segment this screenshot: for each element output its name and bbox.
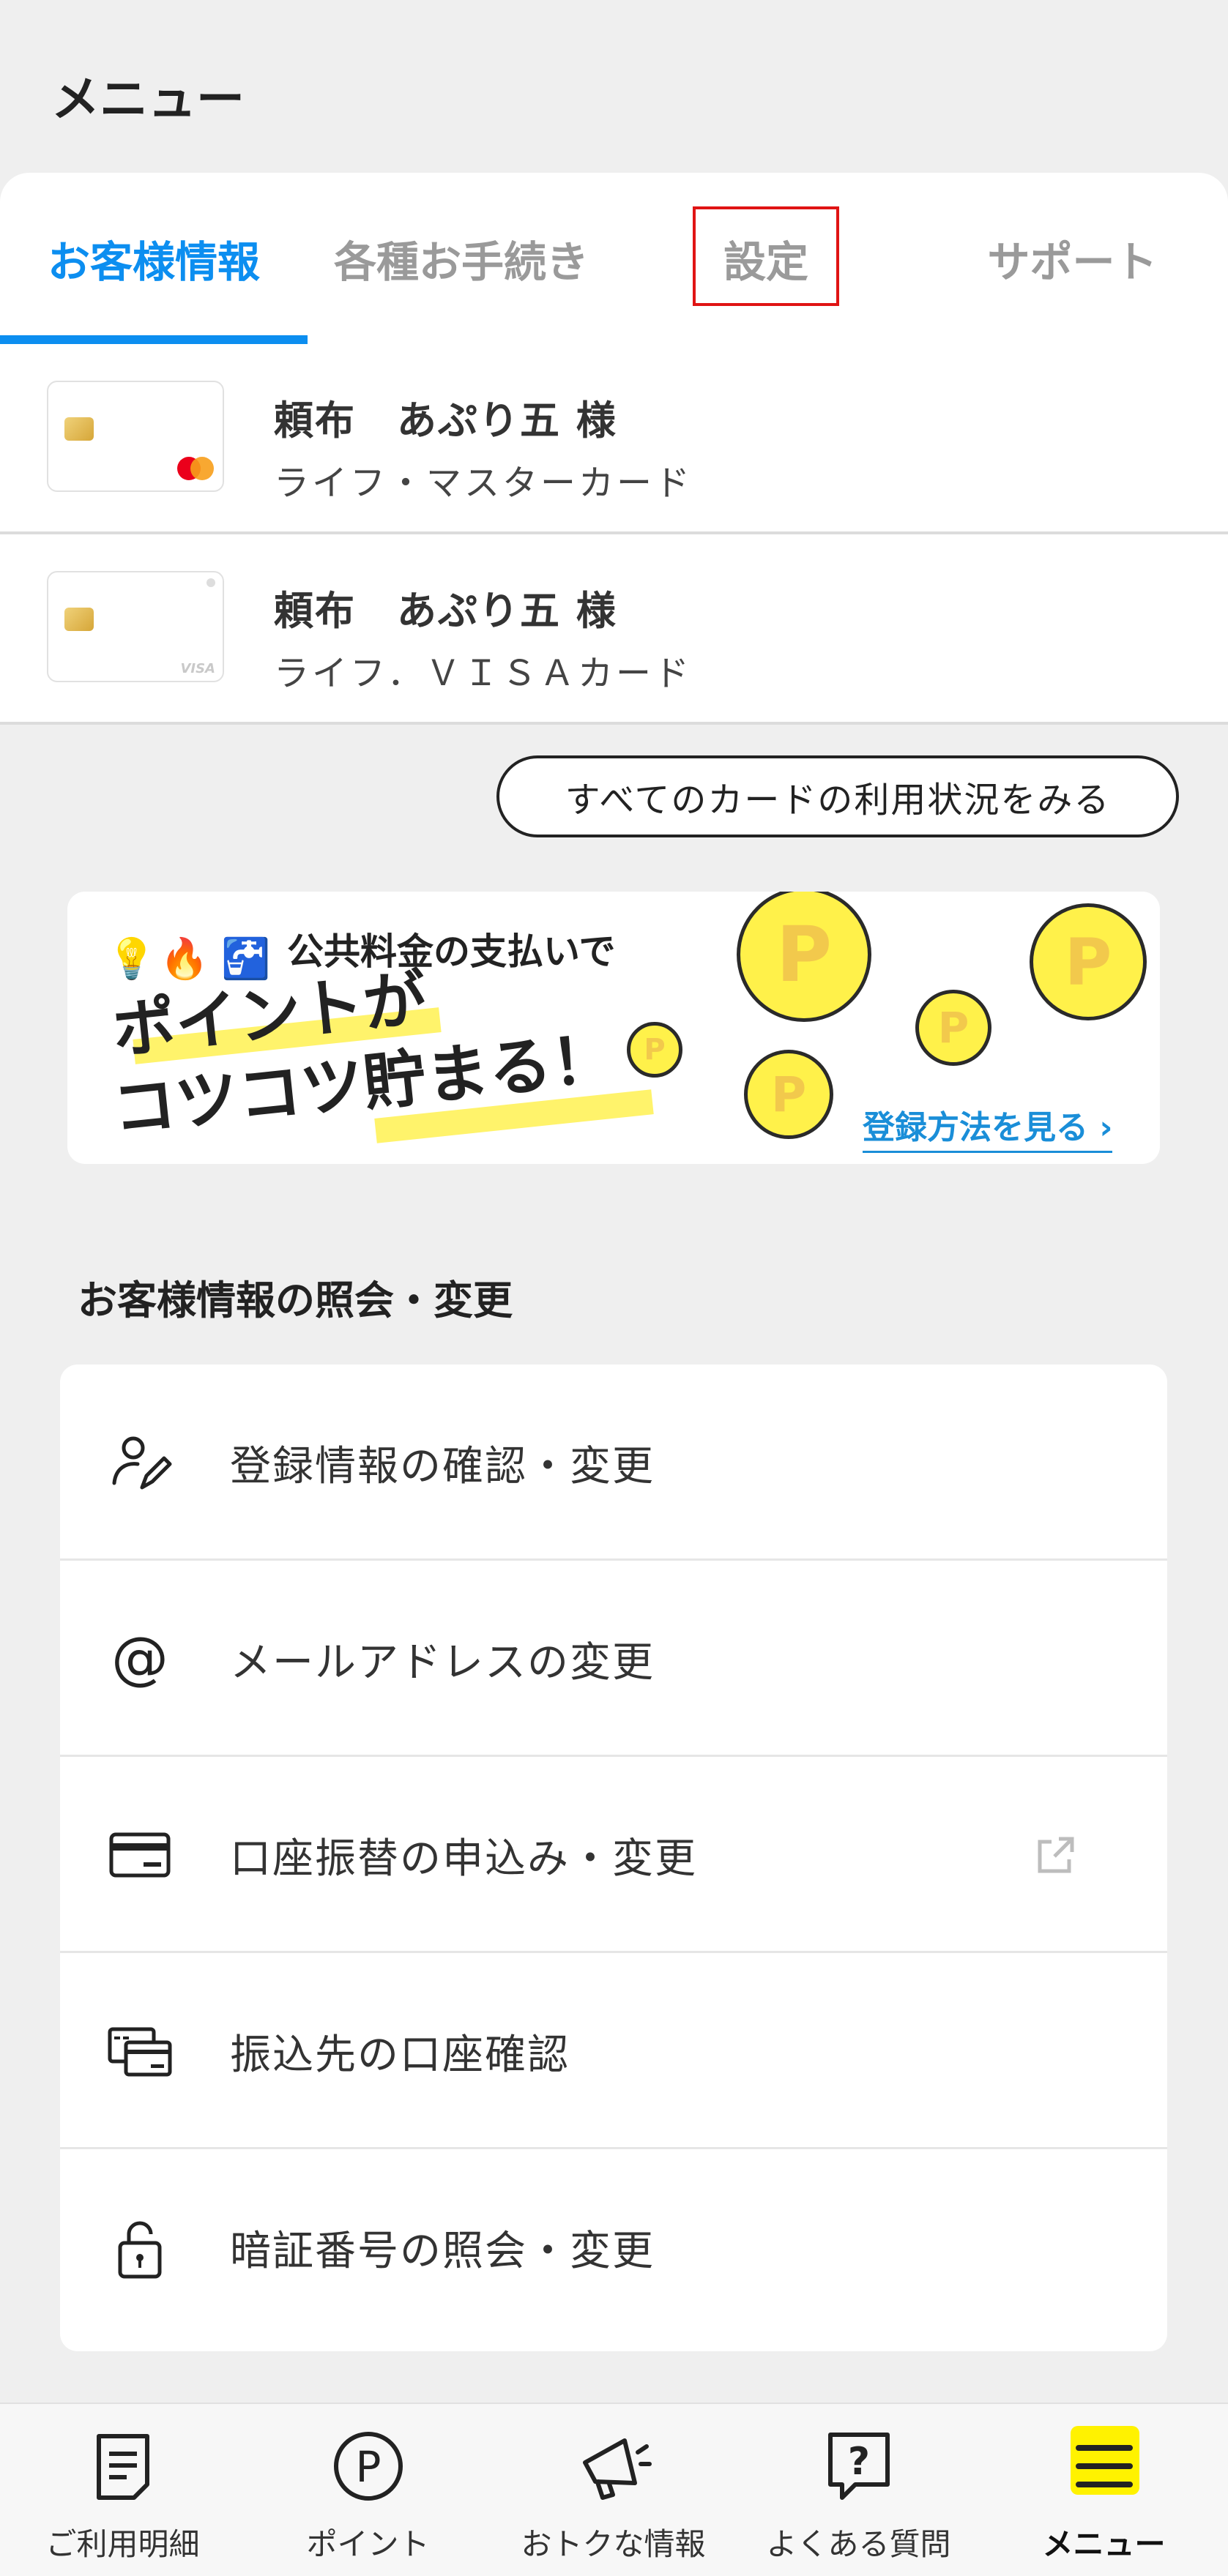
menu-item-email-change[interactable]: @ メールアドレスの変更	[60, 1561, 1167, 1757]
question-icon: ?	[827, 2433, 890, 2500]
nav-label: おトクな情報	[521, 2526, 706, 2562]
menu-item-label: 暗証番号の照会・変更	[230, 2227, 655, 2275]
customer-info-menu: 登録情報の確認・変更 @ メールアドレスの変更 口座振替の申込み・変更 振込先の…	[60, 1364, 1167, 2351]
divider	[0, 722, 1228, 725]
card-row-mastercard[interactable]: 頼布 あぷり五 様 ライフ・マスターカード	[0, 344, 1228, 531]
svg-text:@: @	[111, 1627, 168, 1692]
card-row-visa[interactable]: VISA 頼布 あぷり五 様 ライフ．ＶＩＳＡカード	[0, 534, 1228, 722]
card-holder-name: 頼布 あぷり五 様	[274, 588, 617, 634]
bottom-navigation: ご利用明細 P ポイント おトクな情報 ? よくある質問 メニュー	[0, 2403, 1228, 2576]
menu-item-registration-info[interactable]: 登録情報の確認・変更	[60, 1364, 1167, 1561]
external-link-icon	[1038, 1837, 1074, 1873]
tab-bar: お客様情報 各種お手続き 設定 サポート	[0, 173, 1228, 344]
nav-label: ポイント	[306, 2526, 430, 2562]
menu-item-label: メールアドレスの変更	[230, 1638, 655, 1687]
nav-item-statement[interactable]: ご利用明細	[0, 2404, 245, 2576]
bank-transfer-icon	[108, 2027, 172, 2077]
card-thumbnail: VISA	[47, 571, 224, 682]
point-icon: P	[333, 2432, 403, 2501]
menu-item-label: 振込先の口座確認	[230, 2031, 570, 2079]
nav-item-point[interactable]: P ポイント	[245, 2404, 491, 2576]
utility-payment-banner[interactable]: 💡 🔥 🚰 公共料金の支払いで ポイントが コツコツ貯まる！ P P P P P…	[67, 892, 1160, 1164]
card-type: ライフ．ＶＩＳＡカード	[274, 653, 693, 694]
point-coin-icon: P	[1030, 903, 1147, 1020]
tab-procedures[interactable]: 各種お手続き	[308, 173, 615, 344]
nav-item-menu[interactable]: メニュー	[981, 2404, 1227, 2576]
visa-logo-icon: VISA	[180, 661, 215, 676]
chip-icon	[64, 608, 94, 631]
nav-label: メニュー	[1042, 2526, 1166, 2562]
contactless-icon	[206, 578, 215, 587]
card-holder-name: 頼布 あぷり五 様	[274, 397, 617, 444]
megaphone-icon	[582, 2438, 652, 2500]
menu-item-account-transfer[interactable]: 口座振替の申込み・変更	[60, 1757, 1167, 1953]
tab-support[interactable]: サポート	[917, 173, 1228, 344]
svg-text:?: ?	[847, 2440, 869, 2484]
menu-item-transfer-account[interactable]: 振込先の口座確認	[60, 1953, 1167, 2149]
nav-item-faq[interactable]: ? よくある質問	[736, 2404, 981, 2576]
card-thumbnail	[47, 381, 224, 492]
menu-item-label: 口座振替の申込み・変更	[230, 1834, 697, 1883]
point-coin-icon: P	[627, 1022, 682, 1078]
tab-customer-info[interactable]: お客様情報	[0, 173, 308, 344]
statement-icon	[96, 2434, 149, 2500]
section-title: お客様情報の照会・変更	[78, 1277, 513, 1324]
menu-item-label: 登録情報の確認・変更	[230, 1442, 655, 1490]
chip-icon	[64, 417, 94, 441]
nav-label: よくある質問	[766, 2526, 951, 2562]
menu-item-pin-inquiry[interactable]: 暗証番号の照会・変更	[60, 2149, 1167, 2345]
tab-highlight-box	[693, 206, 839, 306]
nav-item-deals[interactable]: おトクな情報	[491, 2404, 736, 2576]
credit-card-icon	[109, 1832, 171, 1878]
view-all-cards-button[interactable]: すべてのカードの利用状況をみる	[496, 755, 1179, 837]
at-sign-icon: @	[111, 1627, 168, 1692]
mastercard-logo-icon-secondary	[190, 457, 214, 480]
point-coin-icon: P	[737, 892, 871, 1022]
point-coin-icon: P	[744, 1050, 833, 1139]
lock-icon	[118, 2221, 162, 2279]
card-type: ライフ・マスターカード	[274, 463, 693, 504]
user-edit-icon	[112, 1436, 172, 1490]
svg-text:P: P	[355, 2442, 381, 2492]
banner-link[interactable]: 登録方法を見る ›	[863, 1101, 1113, 1153]
point-coin-icon: P	[915, 990, 991, 1066]
page-title: メニュー	[51, 71, 245, 127]
nav-label: ご利用明細	[45, 2526, 200, 2562]
menu-icon	[1075, 2445, 1133, 2487]
active-tab-indicator	[0, 335, 308, 344]
